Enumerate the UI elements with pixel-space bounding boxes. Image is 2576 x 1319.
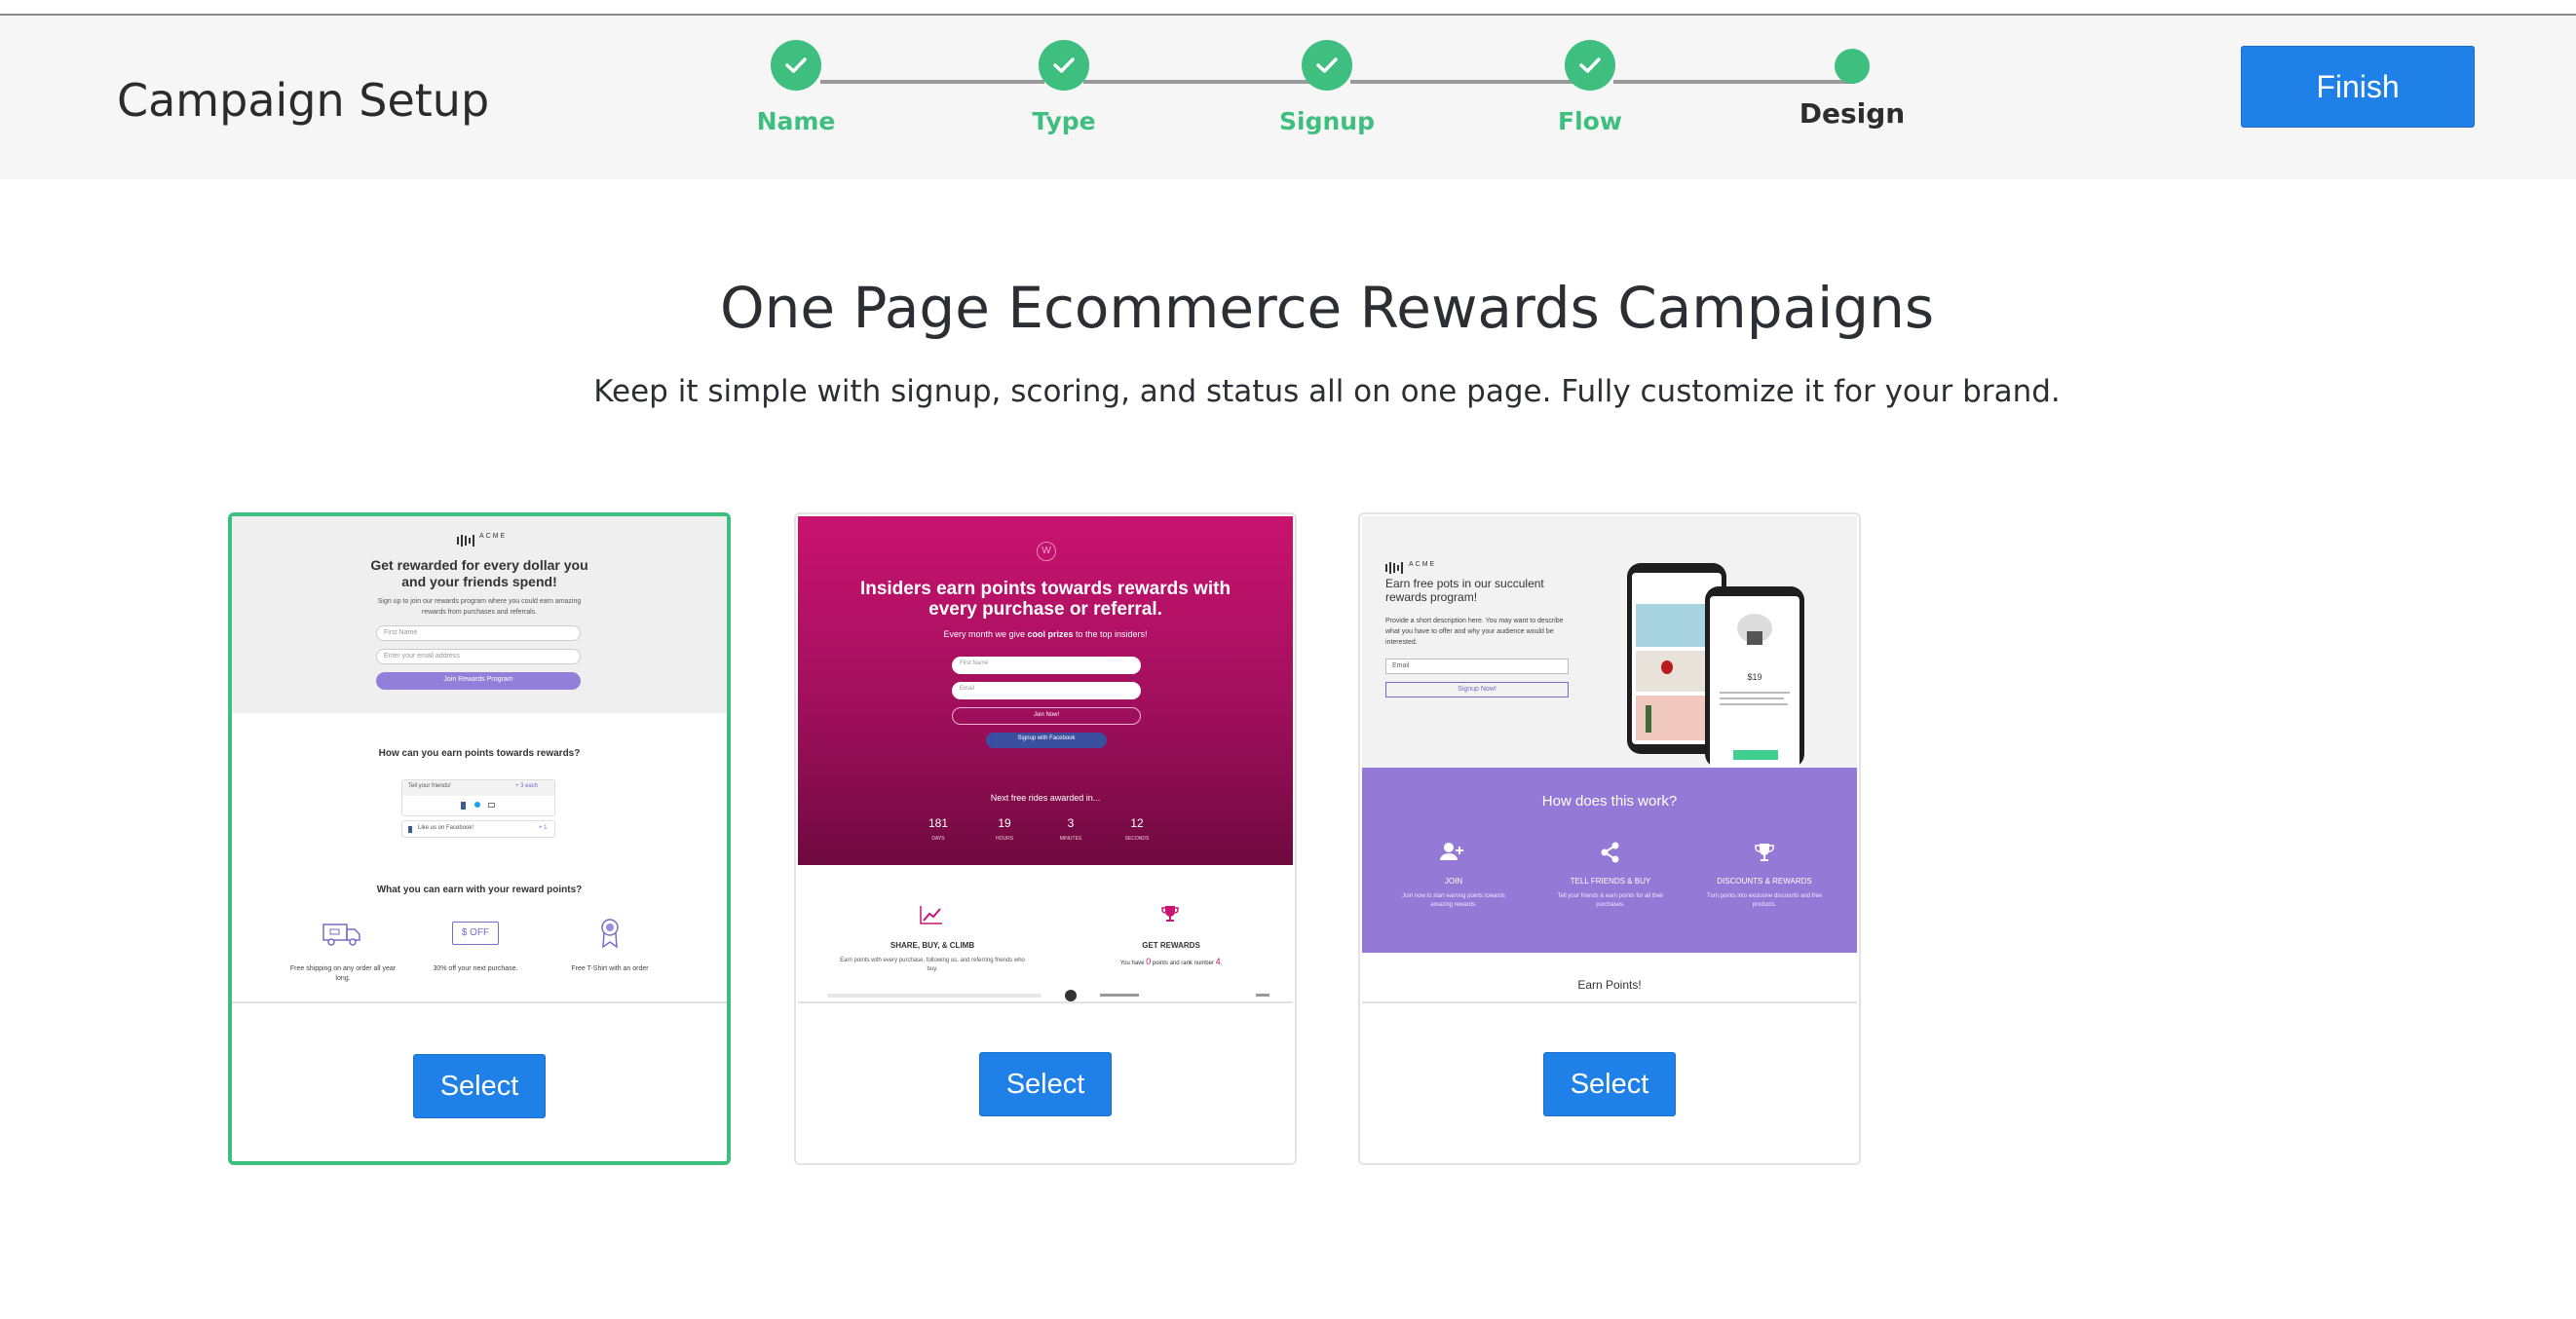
trophy-icon	[1160, 904, 1180, 923]
preview-progress-bar	[827, 994, 1042, 998]
countdown-title: Next free rides awarded in...	[990, 793, 1101, 803]
reward-label: Free T-Shirt with an order	[571, 965, 649, 972]
preview-email-field: Email	[952, 682, 1141, 699]
preview-col-text: Earn points with every purchase, followi…	[840, 958, 1025, 972]
countdown-value: 181	[928, 816, 949, 830]
preview-email-field: Email	[1385, 659, 1569, 674]
preview-email-field: Enter your email address	[376, 649, 581, 664]
check-icon	[785, 57, 807, 73]
earn-points-title: Earn Points!	[1577, 978, 1642, 992]
template-preview-1: ACME Get rewarded for every dollar you a…	[232, 516, 727, 1003]
brand-name: ACME	[1409, 561, 1437, 568]
preview-tell-friends-row: Tell your friends! + 3 each	[401, 779, 555, 816]
template-card-1[interactable]: ACME Get rewarded for every dollar you a…	[228, 512, 731, 1165]
countdown-unit: MINUTES	[1059, 836, 1082, 842]
countdown-value: 3	[1067, 816, 1075, 830]
share-icon	[1600, 842, 1621, 863]
preview-row-line	[1100, 994, 1139, 997]
header-bar: Campaign Setup Name Type Signup Flow Des…	[0, 16, 2576, 179]
step-design-current	[1835, 49, 1870, 84]
check-icon	[1579, 57, 1601, 73]
template-preview-2: W Insiders earn points towards rewards w…	[798, 516, 1293, 1003]
preview-join-button: Join Rewards Program	[376, 672, 581, 690]
step-type-complete[interactable]	[1039, 40, 1089, 91]
step-connector	[820, 80, 1044, 84]
step-label-design: Design	[1799, 97, 1906, 130]
countdown-unit: HOURS	[995, 836, 1014, 842]
step-title: JOIN	[1444, 877, 1463, 886]
step-connector	[1350, 80, 1592, 84]
template-card-3[interactable]: ACME Earn free pots in our succulent rew…	[1358, 512, 1861, 1165]
phone-mockup-front: $19	[1705, 586, 1804, 768]
template-card-2[interactable]: W Insiders earn points towards rewards w…	[794, 512, 1297, 1165]
countdown-value: 19	[998, 816, 1011, 830]
preview-col-title: SHARE, BUY, & CLIMB	[890, 941, 975, 950]
chart-trend-icon	[919, 904, 944, 925]
coupon-icon: $ OFF	[452, 922, 499, 945]
check-icon	[1053, 57, 1075, 73]
section-subtitle: Keep it simple with signup, scoring, and…	[593, 374, 2061, 409]
preview-intro: Sign up to join our rewards program wher…	[377, 598, 582, 616]
truck-icon	[322, 922, 362, 947]
brand-logo-icon: W	[1037, 542, 1056, 561]
award-ribbon-icon	[599, 918, 621, 949]
preview-subtitle: Every month we give cool prizes to the t…	[943, 629, 1148, 639]
preview-first-name-field: First Name	[952, 657, 1141, 674]
step-text: Join now to start earning points towards…	[1402, 893, 1505, 908]
preview-row-line	[1256, 994, 1269, 997]
preview-reward-heading: What you can earn with your reward point…	[376, 885, 583, 895]
brand-logo-icon	[1385, 559, 1403, 574]
countdown-unit: DAYS	[931, 836, 945, 842]
step-signup-complete[interactable]	[1302, 40, 1352, 91]
step-connector	[1083, 80, 1325, 84]
preview-description: Provide a short description here. You ma…	[1385, 618, 1564, 646]
preview-facebook-row: Like us on Facebook! + 1	[401, 820, 555, 838]
preview-earn-heading: How can you earn points towards rewards?	[378, 748, 581, 759]
avatar	[1065, 990, 1077, 1001]
preview-headline: Insiders earn points towards rewards wit…	[859, 579, 1231, 620]
add-user-icon	[1440, 842, 1465, 861]
preview-facebook-button: Signup with Facebook	[986, 733, 1107, 748]
step-label-name[interactable]: Name	[699, 107, 893, 135]
step-title: DISCOUNTS & REWARDS	[1717, 877, 1812, 886]
select-button-template-2[interactable]: Select	[979, 1052, 1112, 1116]
countdown-value: 12	[1130, 816, 1144, 830]
preview-col-title: GET REWARDS	[1142, 941, 1200, 950]
step-text: Turn points into exclusive discounts and…	[1706, 893, 1823, 908]
page-title: Campaign Setup	[117, 74, 490, 127]
reward-label: Free shipping on any order all year long…	[289, 965, 397, 982]
brand-name: ACME	[479, 533, 508, 540]
preview-join-button: Join Now!	[952, 707, 1141, 725]
preview-headline: Earn free pots in our succulent rewards …	[1385, 577, 1544, 604]
trophy-icon	[1754, 842, 1775, 863]
step-title: TELL FRIENDS & BUY	[1570, 877, 1651, 886]
finish-button[interactable]: Finish	[2241, 46, 2475, 128]
select-button-template-1[interactable]: Select	[413, 1054, 546, 1118]
template-preview-3: ACME Earn free pots in our succulent rew…	[1362, 516, 1857, 1003]
step-label-flow[interactable]: Flow	[1493, 107, 1687, 135]
step-text: Tell your friends & earn points for all …	[1557, 893, 1664, 908]
preview-first-name-field: First Name	[376, 625, 581, 641]
step-label-type[interactable]: Type	[966, 107, 1161, 135]
check-icon	[1316, 57, 1338, 73]
countdown-unit: SECONDS	[1124, 836, 1150, 842]
step-name-complete[interactable]	[771, 40, 821, 91]
section-title: One Page Ecommerce Rewards Campaigns	[719, 275, 1935, 341]
step-flow-complete[interactable]	[1565, 40, 1615, 91]
step-connector	[1613, 80, 1855, 84]
preview-signup-button: Signup Now!	[1385, 682, 1569, 697]
preview-headline: Get rewarded for every dollar you and yo…	[370, 557, 588, 589]
brand-logo-icon	[457, 532, 474, 546]
how-title: How does this work?	[1541, 793, 1678, 810]
reward-label: 30% off your next purchase.	[433, 965, 518, 972]
step-label-signup[interactable]: Signup	[1230, 107, 1424, 135]
preview-col-status: You have 0 points and rank number 4.	[1119, 957, 1223, 966]
select-button-template-3[interactable]: Select	[1543, 1052, 1676, 1116]
